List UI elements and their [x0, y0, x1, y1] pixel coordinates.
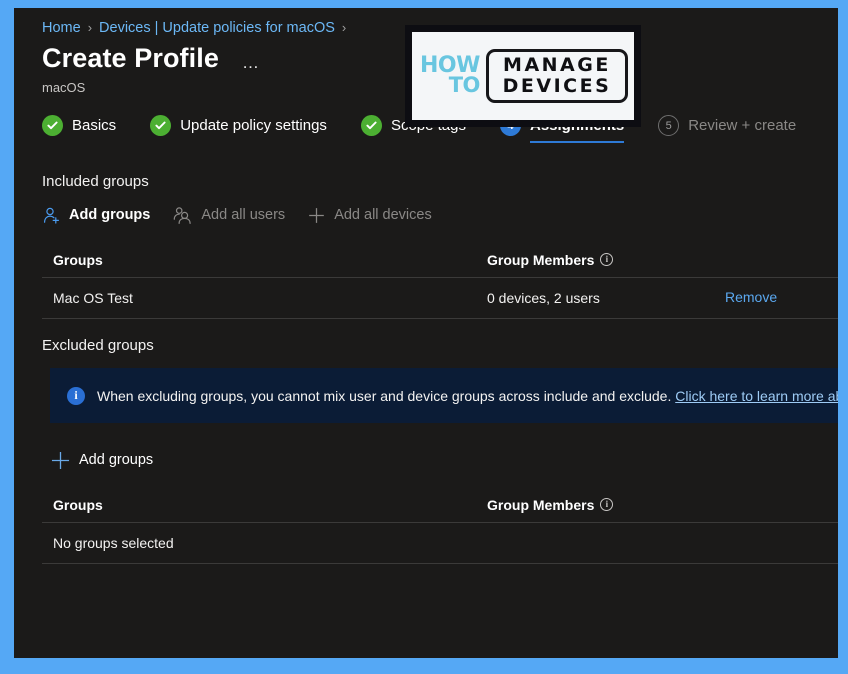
plus-icon: [307, 206, 326, 225]
column-header-group-members: Group Members i: [487, 497, 725, 513]
add-groups-button-excluded[interactable]: Add groups: [50, 450, 153, 471]
cell-group-members: 0 devices, 2 users: [487, 290, 600, 306]
wizard-step-label: Basics: [72, 117, 117, 134]
step-number-badge: 5: [658, 115, 680, 136]
watermark-howto: HOW TO: [420, 54, 481, 98]
included-groups-heading: Included groups: [42, 173, 149, 190]
column-header-group-members-label: Group Members: [487, 496, 595, 513]
column-header-groups: Groups: [53, 251, 103, 268]
command-label: Add all devices: [334, 207, 432, 223]
check-icon: [360, 115, 382, 136]
empty-state-text: No groups selected: [53, 535, 174, 551]
table-row-empty: No groups selected: [42, 523, 838, 564]
command-label: Add groups: [69, 207, 151, 223]
watermark-devices-text: DEVICES: [502, 75, 612, 97]
info-icon: i: [67, 386, 85, 405]
excluded-groups-heading: Excluded groups: [42, 337, 154, 354]
wizard-step-label: Update policy settings: [180, 117, 327, 134]
info-icon[interactable]: i: [600, 498, 614, 511]
page-title: Create Profile: [42, 43, 219, 73]
breadcrumb-item-devices-update-policies[interactable]: Devices | Update policies for macOS: [99, 20, 335, 36]
chevron-right-icon-2: ›: [341, 20, 347, 35]
watermark-to-text: TO: [448, 73, 481, 98]
table-row: Mac OS Test 0 devices, 2 users Remove: [42, 278, 838, 319]
add-all-devices-button[interactable]: Add all devices: [307, 206, 432, 225]
wizard-step-update-policy-settings[interactable]: Update policy settings: [150, 115, 327, 145]
table-header-row: Groups Group Members i: [42, 487, 838, 523]
exclusion-info-banner: i When excluding groups, you cannot mix …: [50, 368, 838, 423]
included-groups-command-bar: Add groups Add all users Add all devices: [42, 200, 838, 230]
wizard-step-label: Review + create: [688, 117, 797, 134]
watermark-box: MANAGE DEVICES: [485, 49, 628, 103]
learn-more-link[interactable]: Click here to learn more about: [675, 388, 838, 404]
wizard-step-basics[interactable]: Basics: [42, 115, 116, 145]
cell-actions: Remove: [725, 289, 838, 307]
watermark-manage-text: MANAGE: [503, 54, 611, 76]
banner-message: When excluding groups, you cannot mix us…: [97, 387, 672, 404]
screenshot-frame: Home › Devices | Update policies for mac…: [0, 0, 848, 674]
excluded-groups-table: Groups Group Members i No groups selecte…: [42, 487, 838, 564]
excluded-groups-command-bar: Add groups: [42, 445, 838, 475]
add-groups-button-included[interactable]: Add groups: [42, 206, 150, 225]
column-header-group-members: Group Members i: [487, 252, 725, 268]
more-actions-button[interactable]: …: [242, 46, 261, 71]
command-label: Add groups: [79, 452, 154, 468]
watermark-inner: HOW TO MANAGE DEVICES: [412, 32, 634, 120]
column-header-group-members-label: Group Members: [487, 251, 595, 268]
banner-text-wrapper: When excluding groups, you cannot mix us…: [97, 388, 838, 404]
add-user-icon: [42, 206, 61, 225]
wizard-step-review-create[interactable]: 5 Review + create: [658, 115, 796, 145]
add-all-users-button[interactable]: Add all users: [172, 206, 285, 225]
included-groups-table: Groups Group Members i Mac OS Test 0 dev…: [42, 242, 838, 319]
info-icon[interactable]: i: [600, 253, 614, 266]
chevron-right-icon: ›: [87, 20, 93, 35]
plus-icon: [50, 450, 71, 471]
cell-group-name: Mac OS Test: [53, 290, 133, 306]
check-icon: [150, 115, 172, 136]
remove-link[interactable]: Remove: [725, 289, 777, 305]
check-icon: [42, 115, 63, 136]
table-header-row: Groups Group Members i: [42, 242, 838, 278]
command-label: Add all users: [201, 207, 286, 223]
column-header-groups: Groups: [53, 496, 103, 513]
all-users-icon: [172, 206, 193, 225]
how-to-manage-devices-watermark: HOW TO MANAGE DEVICES: [405, 25, 641, 127]
breadcrumb-item-home[interactable]: Home: [42, 20, 81, 36]
